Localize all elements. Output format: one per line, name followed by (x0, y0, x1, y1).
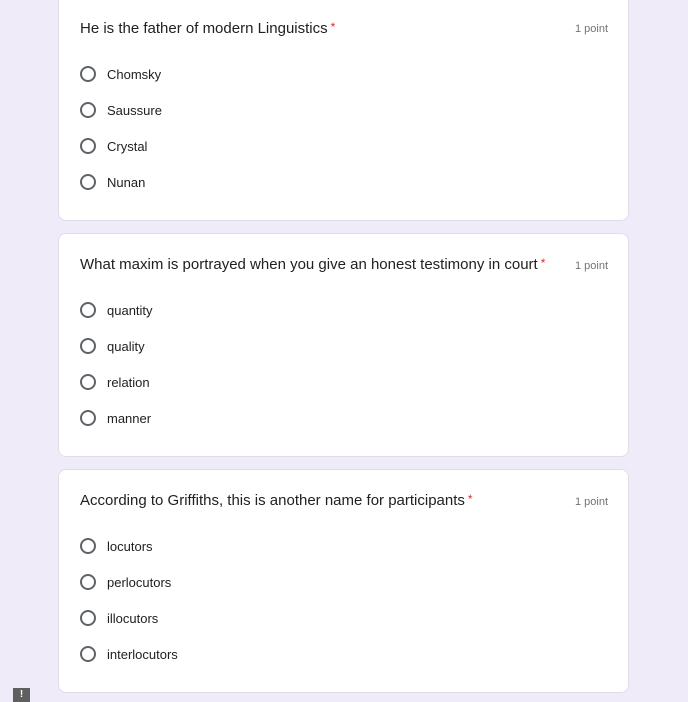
option-label: locutors (107, 538, 153, 554)
question-text: He is the father of modern Linguistics (80, 20, 328, 37)
radio-circle-icon[interactable] (80, 538, 96, 554)
question-card-3: According to Griffiths, this is another … (58, 469, 629, 693)
radio-circle-icon[interactable] (80, 66, 96, 82)
radio-circle-icon[interactable] (80, 646, 96, 662)
question-card-2: What maxim is portrayed when you give an… (58, 233, 629, 457)
option-label: perlocutors (107, 574, 172, 590)
radio-circle-icon[interactable] (80, 138, 96, 154)
question-title: What maxim is portrayed when you give an… (80, 256, 545, 273)
question-text: According to Griffiths, this is another … (80, 492, 465, 509)
option-label: interlocutors (107, 646, 178, 662)
required-asterisk: * (467, 492, 473, 506)
points-label: 1 point (574, 23, 608, 35)
radio-option[interactable]: relation (80, 371, 150, 393)
radio-option[interactable]: illocutors (80, 607, 158, 629)
radio-option[interactable]: locutors (80, 535, 153, 557)
required-asterisk: * (540, 256, 546, 270)
radio-option[interactable]: interlocutors (80, 643, 178, 665)
radio-option[interactable]: quality (80, 335, 145, 357)
radio-option[interactable]: Nunan (80, 171, 145, 193)
points-label: 1 point (574, 260, 608, 272)
required-asterisk: * (330, 20, 336, 34)
option-label: quality (107, 338, 145, 354)
radio-circle-icon[interactable] (80, 102, 96, 118)
question-card-1: He is the father of modern Linguistics * … (58, 0, 629, 221)
question-text: What maxim is portrayed when you give an… (80, 256, 538, 273)
radio-circle-icon[interactable] (80, 610, 96, 626)
question-title: According to Griffiths, this is another … (80, 492, 473, 509)
option-label: Crystal (107, 138, 148, 154)
radio-circle-icon[interactable] (80, 410, 96, 426)
radio-circle-icon[interactable] (80, 574, 96, 590)
radio-circle-icon[interactable] (80, 338, 96, 354)
radio-option[interactable]: Saussure (80, 99, 162, 121)
radio-option[interactable]: Chomsky (80, 63, 161, 85)
option-label: Nunan (107, 174, 146, 190)
option-label: illocutors (107, 610, 159, 626)
radio-circle-icon[interactable] (80, 302, 96, 318)
radio-option[interactable]: perlocutors (80, 571, 171, 593)
option-label: manner (107, 410, 152, 426)
radio-circle-icon[interactable] (80, 174, 96, 190)
radio-option[interactable]: Crystal (80, 135, 147, 157)
radio-option[interactable]: quantity (80, 299, 153, 321)
option-label: Chomsky (107, 66, 162, 82)
radio-option[interactable]: manner (80, 407, 151, 429)
points-label: 1 point (574, 496, 608, 508)
question-title: He is the father of modern Linguistics * (80, 20, 335, 37)
option-label: relation (107, 374, 150, 390)
option-label: Saussure (107, 102, 162, 118)
option-label: quantity (107, 302, 153, 318)
radio-circle-icon[interactable] (80, 374, 96, 390)
